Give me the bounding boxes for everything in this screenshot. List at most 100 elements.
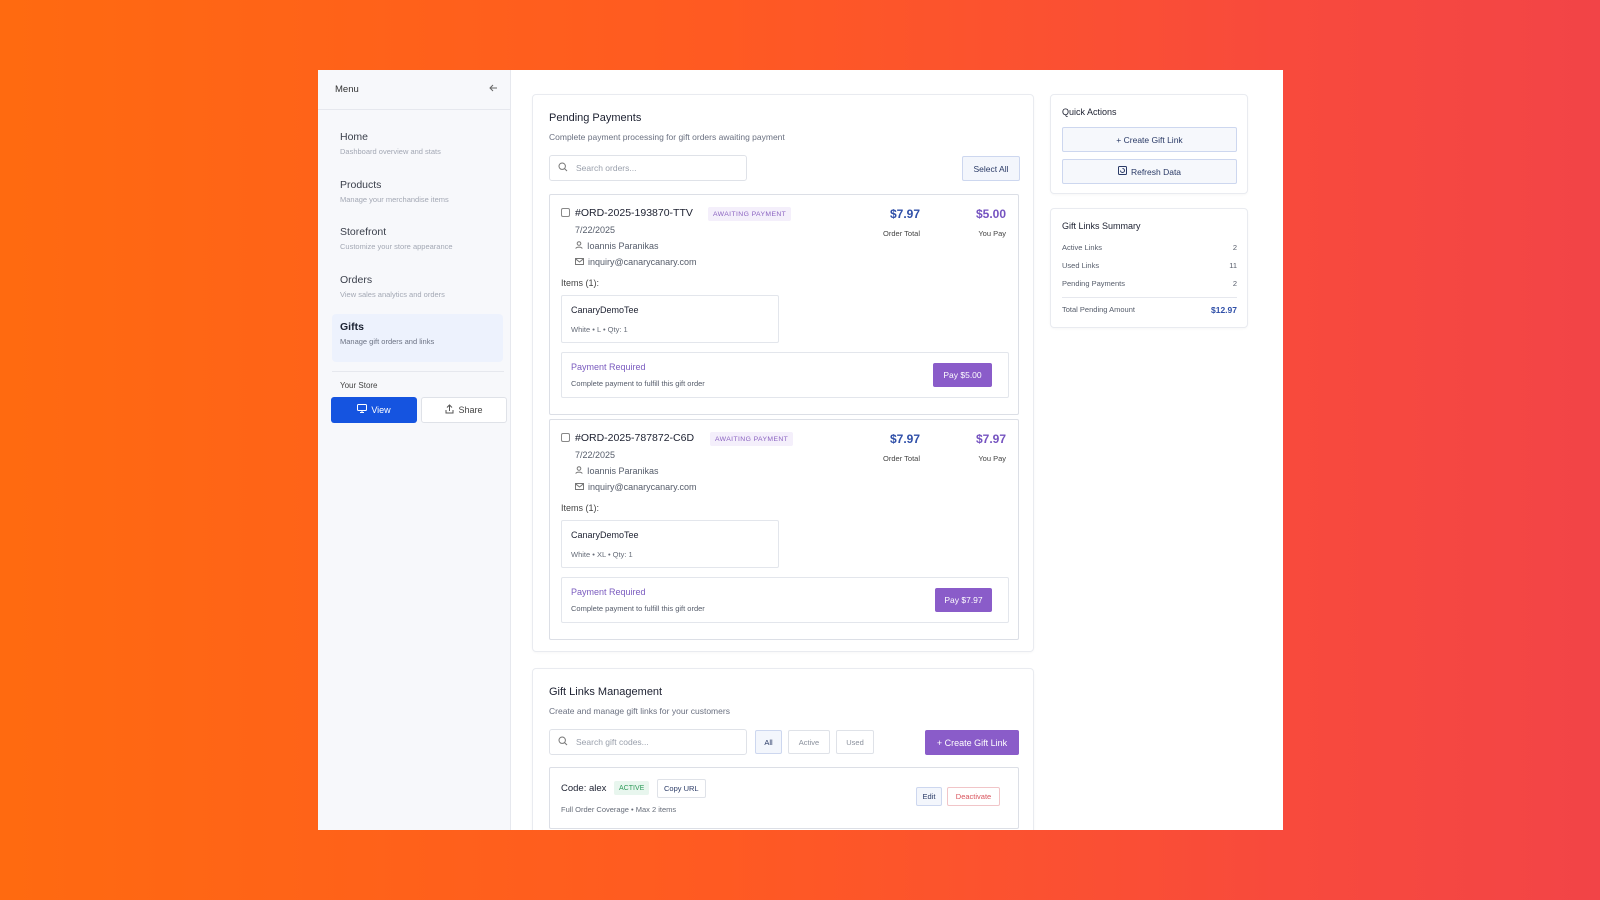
user-icon (575, 466, 583, 476)
quick-actions-card: Quick Actions + Create Gift Link Refresh… (1050, 94, 1248, 194)
order-checkbox[interactable] (561, 433, 570, 442)
monitor-icon (357, 404, 368, 415)
payment-required-box: Payment Required Complete payment to ful… (561, 352, 1009, 398)
order-date: 7/22/2025 (575, 225, 616, 235)
gift-code: Code: alex (561, 783, 607, 794)
order-item: CanaryDemoTee White • L • Qty: 1 (561, 295, 779, 343)
sidebar-item-label: Products (340, 178, 382, 191)
view-store-button[interactable]: View (331, 396, 417, 423)
gift-links-summary-title: Gift Links Summary (1062, 221, 1141, 231)
app-window: Menu Home Dashboard overview and stats P… (318, 70, 1283, 830)
sidebar-item-desc: Manage gift orders and links (340, 337, 435, 346)
select-all-button[interactable]: Select All (962, 156, 1020, 181)
sidebar-item-label: Home (340, 131, 369, 143)
summary-value: 2 (1232, 243, 1237, 252)
share-label: Share (458, 404, 483, 415)
pay-button[interactable]: Pay $7.97 (935, 588, 992, 612)
sidebar-header: Menu (318, 70, 510, 110)
item-variant: White • L • Qty: 1 (571, 325, 628, 334)
status-badge: ACTIVE (614, 781, 650, 795)
search-gift-codes-input[interactable] (576, 737, 726, 747)
summary-label: Active Links (1062, 243, 1103, 252)
status-badge: AWAITING PAYMENT (708, 207, 792, 221)
deactivate-button[interactable]: Deactivate (947, 787, 1000, 806)
refresh-data-label: Refresh Data (1130, 166, 1182, 177)
summary-label: Used Links (1062, 261, 1100, 270)
order-total-label: Order Total (883, 229, 920, 238)
sidebar-item-desc: View sales analytics and orders (340, 289, 445, 299)
you-pay-amount: $5.00 (975, 207, 1006, 221)
edit-button[interactable]: Edit (916, 787, 942, 806)
sidebar: Menu Home Dashboard overview and stats P… (318, 70, 511, 830)
items-label: Items (1): (561, 278, 600, 288)
sidebar-item-label: Storefront (340, 226, 387, 238)
order-customer: Ioannis Paranikas (575, 466, 659, 476)
pending-payments-card: Pending Payments Complete payment proces… (532, 94, 1034, 652)
you-pay-label: You Pay (978, 229, 1006, 238)
summary-value: 11 (1229, 261, 1237, 270)
collapse-arrow-icon[interactable] (488, 83, 498, 96)
view-label: View (371, 404, 391, 415)
share-icon (445, 403, 454, 416)
search-orders-input[interactable] (576, 163, 726, 173)
sidebar-item-desc: Customize your store appearance (340, 242, 453, 251)
payment-required-box: Payment Required Complete payment to ful… (561, 577, 1009, 623)
gift-links-title: Gift Links Management (549, 686, 663, 698)
summary-row-pending: Pending Payments 2 (1062, 279, 1237, 288)
sidebar-item-orders[interactable]: Orders View sales analytics and orders (332, 267, 503, 315)
copy-url-button[interactable]: Copy URL (657, 779, 706, 798)
sidebar-item-storefront[interactable]: Storefront Customize your store appearan… (332, 219, 503, 267)
filter-used[interactable]: Used (836, 730, 874, 754)
summary-total-value: $12.97 (1211, 305, 1237, 315)
filter-all[interactable]: All (755, 730, 782, 754)
pay-button[interactable]: Pay $5.00 (933, 363, 992, 387)
summary-row-active: Active Links 2 (1062, 243, 1237, 252)
gift-link-row: Code: alex ACTIVE Copy URL Full Order Co… (549, 767, 1019, 829)
search-icon (558, 159, 568, 177)
search-orders (549, 155, 747, 181)
refresh-icon (1117, 166, 1127, 177)
sidebar-item-home[interactable]: Home Dashboard overview and stats (332, 124, 503, 172)
main-content: Pending Payments Complete payment proces… (511, 70, 1283, 830)
item-variant: White • XL • Qty: 1 (571, 550, 633, 559)
summary-divider (1062, 297, 1237, 298)
item-name: CanaryDemoTee (571, 305, 639, 315)
summary-total-label: Total Pending Amount (1062, 305, 1135, 314)
store-buttons: View Share (318, 390, 510, 423)
quick-create-gift-link-button[interactable]: + Create Gift Link (1062, 127, 1237, 152)
status-badge: AWAITING PAYMENT (710, 432, 794, 446)
order-checkbox[interactable] (561, 208, 570, 217)
payment-required-title: Payment Required (571, 362, 646, 372)
customer-name: Ioannis Paranikas (587, 241, 659, 251)
order-id: #ORD-2025-787872-C6D (575, 432, 695, 444)
gift-links-summary-card: Gift Links Summary Active Links 2 Used L… (1050, 208, 1248, 328)
gift-link-desc: Full Order Coverage • Max 2 items (561, 805, 677, 814)
pending-payments-title: Pending Payments (549, 112, 642, 124)
order-total-amount: $7.97 (889, 207, 920, 221)
your-store-label: Your Store (340, 380, 378, 390)
sidebar-item-desc: Manage your merchandise items (340, 194, 449, 204)
order-total-label: Order Total (883, 454, 920, 463)
sidebar-item-label: Gifts (340, 321, 364, 333)
filter-active[interactable]: Active (788, 730, 830, 754)
you-pay-label: You Pay (978, 454, 1006, 463)
mail-icon (575, 257, 584, 267)
summary-row-used: Used Links 11 (1062, 261, 1237, 270)
gift-links-card: Gift Links Management Create and manage … (532, 668, 1034, 830)
create-gift-link-button[interactable]: + Create Gift Link (925, 730, 1019, 755)
sidebar-item-gifts[interactable]: Gifts Manage gift orders and links (332, 314, 503, 362)
sidebar-item-label: Orders (340, 273, 373, 286)
items-label: Items (1): (561, 503, 600, 513)
sidebar-item-products[interactable]: Products Manage your merchandise items (332, 172, 503, 220)
payment-required-subtitle: Complete payment to fulfill this gift or… (571, 379, 705, 388)
order-email: inquiry@canarycanary.com (575, 482, 697, 492)
order-item: CanaryDemoTee White • XL • Qty: 1 (561, 520, 779, 568)
search-icon (558, 733, 568, 751)
pending-payments-subtitle: Complete payment processing for gift ord… (549, 132, 785, 142)
refresh-data-button[interactable]: Refresh Data (1062, 159, 1237, 184)
order-id: #ORD-2025-193870-TTV (575, 207, 693, 219)
order-card: #ORD-2025-193870-TTV AWAITING PAYMENT 7/… (549, 194, 1019, 415)
sidebar-title: Menu (335, 84, 359, 95)
you-pay-amount: $7.97 (975, 432, 1006, 446)
share-store-button[interactable]: Share (421, 396, 507, 423)
